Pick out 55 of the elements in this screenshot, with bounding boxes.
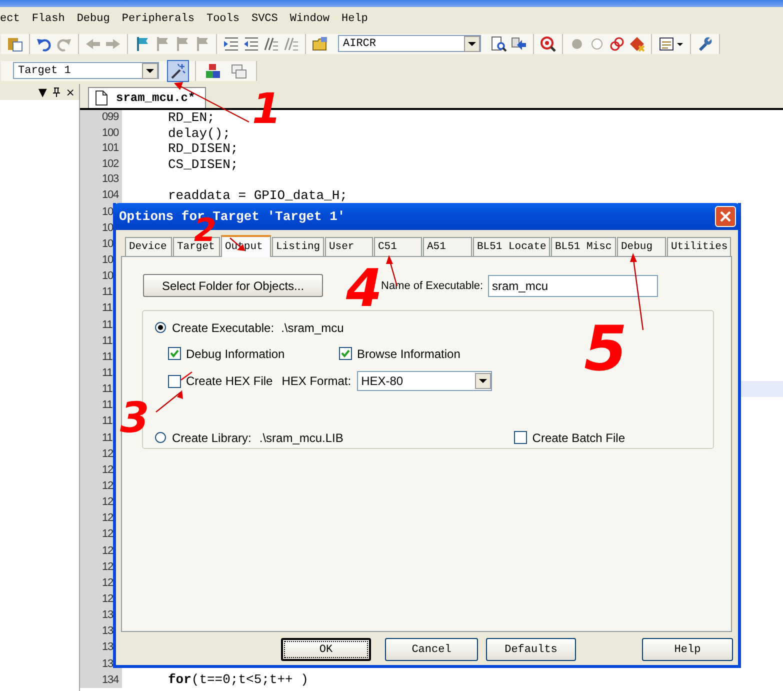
code-line: for(t==0;t<5;t++ ) <box>167 672 308 688</box>
code-line: RD_EN; <box>167 110 215 126</box>
tab[interactable]: Device <box>125 237 172 256</box>
path-text: .\sram_mcu.LIB <box>259 430 344 444</box>
line-number: 099 <box>80 110 122 126</box>
menu-item[interactable]: ect <box>0 12 20 24</box>
menu-item[interactable]: Peripherals <box>122 12 194 24</box>
menu-item[interactable]: SVCS <box>251 12 278 24</box>
tab[interactable]: C51 <box>374 237 422 256</box>
line-number: 134 <box>80 672 122 688</box>
code-line: readdata = GPIO_data_H; <box>167 188 348 204</box>
close-button[interactable]: × <box>66 86 75 98</box>
select-folder-button[interactable]: Select Folder for Objects... <box>143 274 323 297</box>
code-line: RD_DISEN; <box>167 141 238 157</box>
dialog-button[interactable]: Cancel <box>385 638 478 661</box>
dialog-button[interactable]: OK <box>281 638 371 661</box>
path-text: .\sram_mcu <box>281 320 344 334</box>
tab[interactable]: Debug <box>617 237 666 256</box>
file-tab[interactable]: sram_mcu.c* <box>88 87 206 108</box>
checkbox-label: Create HEX File <box>186 374 273 388</box>
dropdown-arrow[interactable]: ▼ <box>38 86 47 98</box>
tab[interactable]: BL51 Locate <box>473 237 550 256</box>
dialog-button[interactable]: Defaults <box>486 638 576 661</box>
field-label: HEX Format: <box>282 374 352 388</box>
find-combo[interactable]: AIRCR <box>338 35 481 52</box>
tab[interactable]: Utilities <box>667 237 731 256</box>
code-line: CS_DISEN; <box>167 156 238 172</box>
menu-item[interactable]: Window <box>290 12 330 24</box>
target-combo[interactable]: Target 1 <box>13 62 159 79</box>
line-number: 104 <box>80 188 122 204</box>
checkbox-label: Debug Information <box>186 346 285 360</box>
checkbox-label: Create Batch File <box>532 430 625 444</box>
annotation-number: 5 <box>584 318 628 380</box>
menu-item[interactable]: Help <box>342 12 368 24</box>
code-line: delay(); <box>167 126 230 142</box>
menu-item[interactable]: Debug <box>76 12 110 24</box>
line-number: 100 <box>80 126 122 142</box>
annotation-number: 4 <box>346 263 382 315</box>
tab[interactable]: A51 <box>423 237 472 256</box>
annotation-number: 3 <box>120 397 150 439</box>
dialog-button[interactable]: Help <box>642 638 733 661</box>
field-label: Name of Executable: <box>381 280 484 292</box>
line-number: 103 <box>80 172 122 188</box>
radio-label: Create Library: <box>172 430 252 444</box>
hex-format-combo[interactable]: HEX-80 <box>357 371 492 391</box>
line-number: 102 <box>80 156 122 172</box>
menu-item[interactable]: Tools <box>206 12 240 24</box>
menu-item[interactable]: Flash <box>32 12 65 24</box>
executable-name-field[interactable]: sram_mcu <box>488 274 658 296</box>
tab[interactable]: BL51 Misc <box>551 237 616 256</box>
radio-label: Create Executable: <box>172 320 274 334</box>
checkbox-label: Browse Information <box>357 346 460 360</box>
tab[interactable]: Listing <box>272 237 324 256</box>
line-number: 101 <box>80 141 122 157</box>
tab[interactable]: User <box>325 237 373 256</box>
